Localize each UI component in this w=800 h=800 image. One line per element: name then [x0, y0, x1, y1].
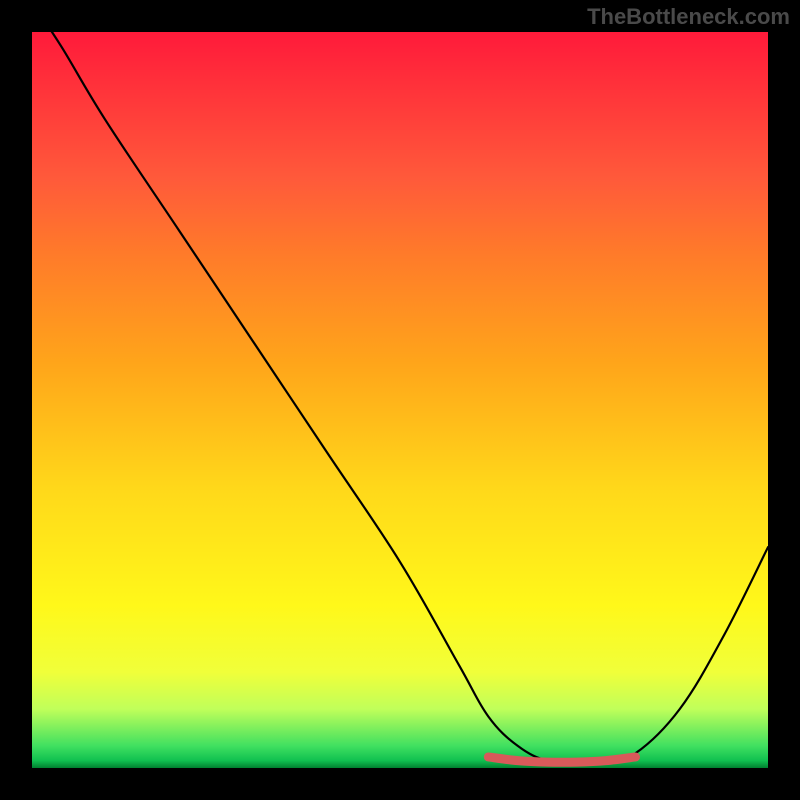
curve-svg — [32, 32, 768, 768]
chart-container: TheBottleneck.com — [0, 0, 800, 800]
watermark-text: TheBottleneck.com — [587, 4, 790, 30]
plot-area — [32, 32, 768, 768]
flat-region-marker — [488, 757, 635, 762]
bottleneck-curve — [32, 32, 768, 762]
